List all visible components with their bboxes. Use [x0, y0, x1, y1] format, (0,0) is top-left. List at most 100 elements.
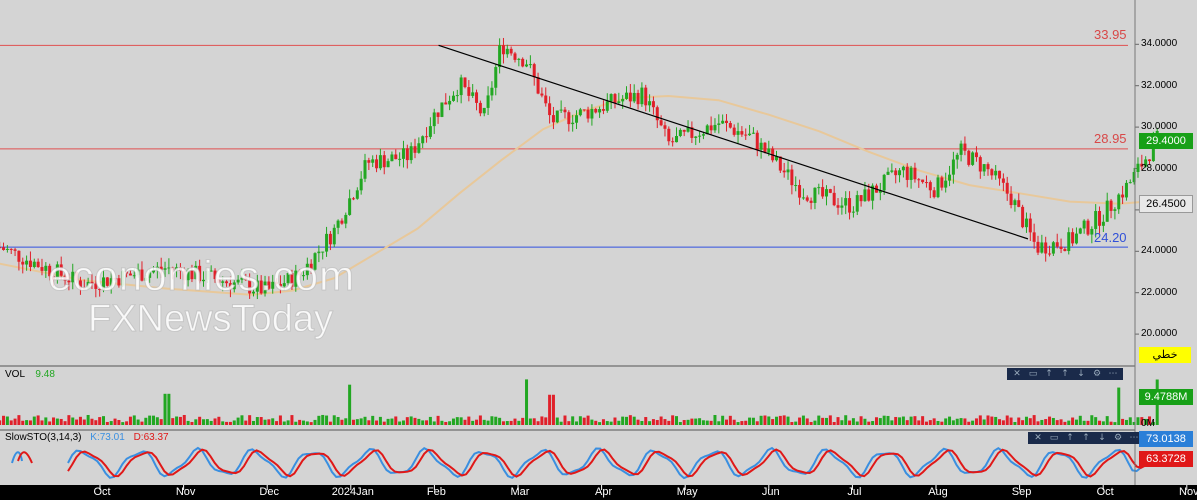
volume-bar	[1044, 419, 1048, 425]
volume-bar	[751, 417, 755, 425]
volume-bar	[1113, 422, 1117, 425]
volume-bar	[1128, 417, 1132, 425]
volume-bar	[332, 415, 336, 425]
volume-bar	[236, 417, 240, 425]
candle-body	[451, 95, 455, 101]
candle-body	[1005, 182, 1009, 194]
candle-body	[28, 260, 32, 268]
volume-bar	[959, 418, 963, 425]
candle-body	[894, 170, 898, 176]
volume-bar	[613, 417, 617, 425]
candle-body	[928, 182, 932, 191]
candle-body	[963, 143, 967, 151]
candle-body	[1094, 211, 1098, 229]
candle-body	[432, 112, 436, 127]
candle-body	[948, 174, 952, 181]
volume-bar	[755, 421, 759, 425]
volume-bar	[632, 416, 636, 425]
candle-body	[21, 261, 25, 265]
volume-bar	[682, 420, 686, 425]
candle-body	[921, 179, 925, 183]
candle-body	[1148, 159, 1152, 162]
volume-bar	[305, 421, 309, 425]
time-axis-label: Jun	[761, 486, 780, 498]
settings-icon[interactable]: ⚙	[1112, 433, 1124, 443]
candle-body	[617, 101, 621, 103]
candle-body	[855, 195, 859, 212]
volume-bar	[1024, 416, 1028, 425]
close-icon[interactable]: ✕	[1011, 369, 1023, 379]
candle-body	[978, 157, 982, 172]
volume-bar	[32, 416, 36, 425]
support-label: 24.20	[1094, 230, 1127, 245]
volume-bar	[1121, 418, 1125, 425]
volume-bar	[990, 416, 994, 425]
candle-body	[755, 132, 759, 150]
candle-body	[586, 109, 590, 119]
more-icon[interactable]: ⋯	[1107, 369, 1119, 379]
settings-icon[interactable]: ⚙	[1091, 369, 1103, 379]
resistance-label-upper: 33.95	[1094, 27, 1127, 42]
volume-bar	[778, 415, 782, 425]
volume-bar	[328, 421, 332, 425]
candle-body	[667, 128, 671, 142]
volume-bar	[171, 418, 175, 425]
candle-body	[982, 164, 986, 172]
candle-body	[1113, 209, 1117, 211]
move-up-icon[interactable]: ↑	[1043, 369, 1055, 379]
candle-body	[1098, 211, 1102, 226]
volume-bar	[359, 418, 363, 425]
volume-bar	[1051, 417, 1055, 425]
candle-body	[959, 143, 963, 155]
candle-body	[344, 214, 348, 224]
move-up-icon[interactable]: ↑	[1080, 433, 1092, 443]
candle-body	[532, 64, 536, 78]
candle-body	[890, 170, 894, 172]
volume-bar	[1032, 415, 1036, 425]
candle-body	[1117, 194, 1121, 210]
volume-bar	[378, 416, 382, 425]
volume-bar	[48, 421, 52, 425]
restore-icon[interactable]: ▭	[1048, 433, 1060, 443]
volume-bar	[813, 420, 817, 425]
volume-bar	[505, 421, 509, 425]
volume-bar	[1101, 421, 1105, 425]
close-icon[interactable]: ✕	[1032, 433, 1044, 443]
move-up-icon[interactable]: ↑	[1059, 369, 1071, 379]
volume-bar	[1082, 420, 1086, 425]
price-tick-label: 24.0000	[1141, 245, 1178, 257]
volume-bar	[182, 414, 186, 425]
price-tick-label: 34.0000	[1141, 38, 1178, 50]
volume-bar	[128, 416, 132, 425]
volume-bar	[617, 420, 621, 425]
candle-body	[675, 135, 679, 143]
volume-bar	[740, 421, 744, 425]
time-axis-label: Jul	[847, 486, 862, 498]
price-tick-label: 32.0000	[1141, 79, 1178, 91]
move-up-icon[interactable]: ↑	[1064, 433, 1076, 443]
restore-icon[interactable]: ▭	[1027, 369, 1039, 379]
volume-bar	[894, 416, 898, 425]
volume-bar	[948, 416, 952, 425]
volume-bar	[590, 419, 594, 425]
volume-bar	[525, 379, 529, 425]
volume-bar	[748, 417, 752, 425]
volume-indicator-label: VOL 9.48	[5, 369, 55, 380]
volume-bar	[628, 415, 632, 425]
candle-body	[448, 100, 452, 105]
candle-body	[1040, 242, 1044, 253]
chart-canvas[interactable]	[0, 0, 1197, 500]
volume-bar	[655, 420, 659, 425]
volume-bar	[102, 416, 106, 425]
volume-bar	[540, 416, 544, 425]
volume-bar	[382, 421, 386, 425]
line-tool-badge[interactable]: خطي	[1139, 347, 1191, 363]
candle-body	[767, 148, 771, 153]
candle-body	[613, 94, 617, 103]
move-down-icon[interactable]: ↓	[1075, 369, 1087, 379]
candle-body	[821, 187, 825, 197]
move-down-icon[interactable]: ↓	[1096, 433, 1108, 443]
volume-bar	[98, 417, 102, 425]
candle-body	[548, 103, 552, 116]
volume-bar	[698, 418, 702, 425]
